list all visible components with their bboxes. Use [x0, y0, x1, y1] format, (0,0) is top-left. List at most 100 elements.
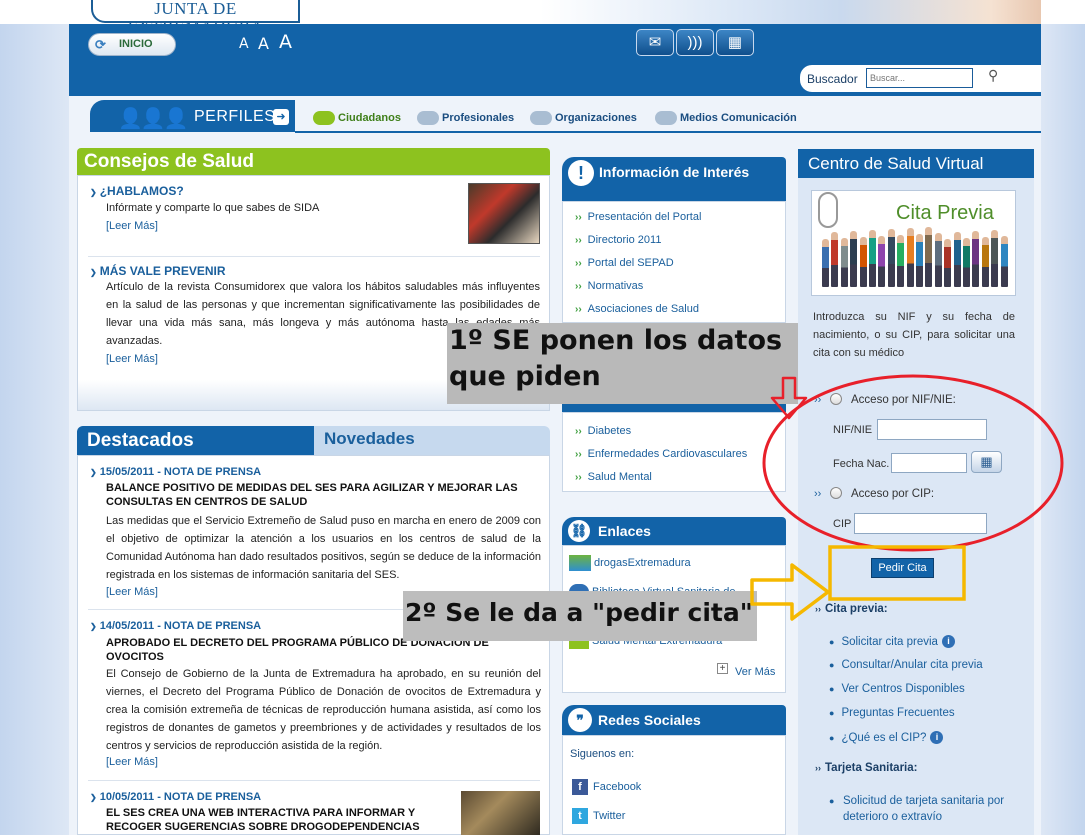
- chevron-down-icon: ❯: [90, 622, 97, 631]
- link-label: Consultar/Anular cita previa: [841, 659, 983, 671]
- que-es-cip-link[interactable]: ● ¿Qué es el CIP? i: [829, 731, 944, 744]
- chevron-right-icon: ››: [575, 212, 582, 223]
- pedir-cita-button[interactable]: Pedir Cita: [871, 558, 934, 578]
- cita-previa-heading: ›› Cita previa:: [815, 603, 888, 615]
- paperclip-icon: [818, 192, 838, 228]
- chevron-right-icon: ››: [815, 604, 821, 614]
- chevron-right-icon: ››: [575, 235, 582, 246]
- queue-person: [840, 238, 848, 287]
- acceso-nif-radio[interactable]: [830, 393, 842, 405]
- cita-previa-banner-title: Cita Previa: [896, 202, 994, 224]
- queue-person: [972, 231, 980, 287]
- organizaciones-icon: [530, 111, 552, 125]
- bookmark-share-icon[interactable]: ▦: [716, 29, 754, 56]
- bullet-icon: ●: [829, 660, 835, 670]
- plus-icon[interactable]: +: [717, 663, 728, 674]
- link-label: Facebook: [593, 780, 642, 793]
- search-input[interactable]: [866, 68, 973, 88]
- heading-text: Cita previa:: [825, 603, 888, 615]
- preguntas-frecuentes-link[interactable]: ● Preguntas Frecuentes: [829, 707, 955, 719]
- enlace-drogas[interactable]: drogasExtremadura: [569, 555, 691, 571]
- perfil-profesionales[interactable]: Profesionales: [417, 111, 514, 125]
- ver-mas-link[interactable]: Ver Más: [735, 666, 775, 678]
- nota-1-leer-mas-link[interactable]: [Leer Más]: [106, 586, 158, 598]
- acceso-cip-radio[interactable]: [830, 487, 842, 499]
- tab-novedades[interactable]: Novedades: [314, 426, 550, 455]
- redes-title: Redes Sociales: [598, 712, 701, 728]
- queue-person: [897, 235, 905, 287]
- font-size-large-button[interactable]: A: [279, 31, 292, 53]
- salud-link-diabetes[interactable]: ›› Diabetes: [575, 425, 631, 437]
- nota-1-headline[interactable]: BALANCE POSITIVO DE MEDIDAS DEL SES PARA…: [106, 481, 541, 509]
- inicio-button[interactable]: ⟳ INICIO: [88, 33, 176, 56]
- cip-label: CIP: [833, 518, 852, 530]
- queue-person: [963, 238, 970, 287]
- consejo-1-leer-mas-link[interactable]: [Leer Más]: [106, 220, 158, 232]
- link-label: Normativas: [587, 280, 644, 292]
- queue-person: [869, 230, 876, 287]
- info-link-sepad[interactable]: ›› Portal del SEPAD: [575, 257, 674, 269]
- consejo-title-text: MÁS VALE PREVENIR: [99, 264, 226, 278]
- font-size-medium-button[interactable]: A: [258, 34, 269, 53]
- info-link-normativas[interactable]: ›› Normativas: [575, 280, 643, 292]
- consejo-1-title[interactable]: ❯ ¿HABLAMOS?: [90, 184, 184, 198]
- chevron-right-icon: ››: [575, 281, 582, 292]
- acceso-cip-label: Acceso por CIP:: [851, 488, 935, 500]
- tarjeta-solicitud-link[interactable]: ● Solicitud de tarjeta sanitaria por dete…: [829, 793, 1027, 825]
- nota-1-date: ❯ 15/05/2011 - NOTA DE PRENSA: [90, 466, 261, 478]
- chevron-right-icon: ››: [814, 394, 822, 406]
- salud-link-mental[interactable]: ›› Salud Mental: [575, 471, 652, 483]
- queue-person: [850, 231, 858, 287]
- cip-input[interactable]: [854, 513, 987, 534]
- perfil-ciudadanos[interactable]: Ciudadanos: [313, 111, 401, 125]
- acceso-nif-label: Acceso por NIF/NIE:: [851, 394, 956, 406]
- medios-icon: [655, 111, 677, 125]
- twitter-link[interactable]: t Twitter: [572, 808, 625, 824]
- font-size-small-button[interactable]: A: [239, 36, 249, 52]
- consejo-2-title[interactable]: ❯ MÁS VALE PREVENIR: [90, 264, 226, 278]
- chevron-right-icon: ››: [814, 488, 822, 500]
- queue-person: [906, 228, 914, 287]
- info-link-asociaciones[interactable]: ›› Asociaciones de Salud: [575, 303, 699, 315]
- perfil-label: Organizaciones: [555, 111, 637, 124]
- annotation-step-1: 1º SE ponen los datos que piden: [447, 323, 798, 404]
- junta-logo[interactable]: JUNTA DE EXTREMADURA: [91, 0, 300, 36]
- consejo-2-leer-mas-link[interactable]: [Leer Más]: [106, 353, 158, 365]
- search-icon[interactable]: ⚲: [988, 67, 998, 84]
- fecha-nac-input[interactable]: [891, 453, 967, 473]
- nota-3-image[interactable]: [461, 791, 540, 835]
- bullet-icon: ●: [829, 708, 835, 718]
- perfil-medios[interactable]: Medios Comunicación: [655, 111, 797, 125]
- nota-3-headline[interactable]: EL SES CREA UNA WEB INTERACTIVA PARA INF…: [106, 806, 461, 834]
- hablamos-image[interactable]: [468, 183, 540, 244]
- calendar-icon[interactable]: ▦: [971, 451, 1002, 473]
- queue-person: [991, 230, 999, 287]
- info-icon[interactable]: i: [930, 731, 944, 744]
- consejos-title: Consejos de Salud: [77, 148, 550, 175]
- nota-2-text: El Consejo de Gobierno de la Junta de Ex…: [106, 668, 541, 752]
- redes-header: ❞ Redes Sociales: [562, 705, 786, 735]
- salud-link-cardio[interactable]: ›› Enfermedades Cardiovasculares: [575, 448, 747, 460]
- nota-date-text: 14/05/2011 - NOTA DE PRENSA: [99, 620, 262, 632]
- info-link-directorio[interactable]: ›› Directorio 2011: [575, 234, 661, 246]
- tab-destacados[interactable]: Destacados: [77, 426, 314, 455]
- consejo-title-text: ¿HABLAMOS?: [99, 184, 184, 198]
- info-link-presentacion[interactable]: ›› Presentación del Portal: [575, 211, 701, 223]
- facebook-link[interactable]: f Facebook: [572, 779, 641, 795]
- nif-label: NIF/NIE: [833, 424, 873, 436]
- link-label: Asociaciones de Salud: [587, 303, 699, 315]
- mail-icon[interactable]: ✉: [636, 29, 674, 56]
- consultar-cita-link[interactable]: ● Consultar/Anular cita previa: [829, 659, 983, 671]
- info-icon[interactable]: i: [941, 635, 955, 648]
- inicio-label: INICIO: [119, 38, 153, 50]
- csv-intro-text: Introduzca su NIF y su fecha de nacimien…: [813, 311, 1015, 359]
- home-refresh-icon: ⟳: [95, 37, 106, 52]
- rss-icon[interactable]: ))): [676, 29, 714, 56]
- ver-centros-link[interactable]: ● Ver Centros Disponibles: [829, 683, 965, 695]
- divider: [88, 256, 540, 257]
- nota-2-leer-mas-link[interactable]: [Leer Más]: [106, 756, 158, 768]
- perfil-organizaciones[interactable]: Organizaciones: [530, 111, 637, 125]
- perfiles-arrow-icon[interactable]: ➜: [273, 109, 289, 125]
- solicitar-cita-link[interactable]: ● Solicitar cita previa i: [829, 635, 955, 648]
- nif-input[interactable]: [877, 419, 987, 440]
